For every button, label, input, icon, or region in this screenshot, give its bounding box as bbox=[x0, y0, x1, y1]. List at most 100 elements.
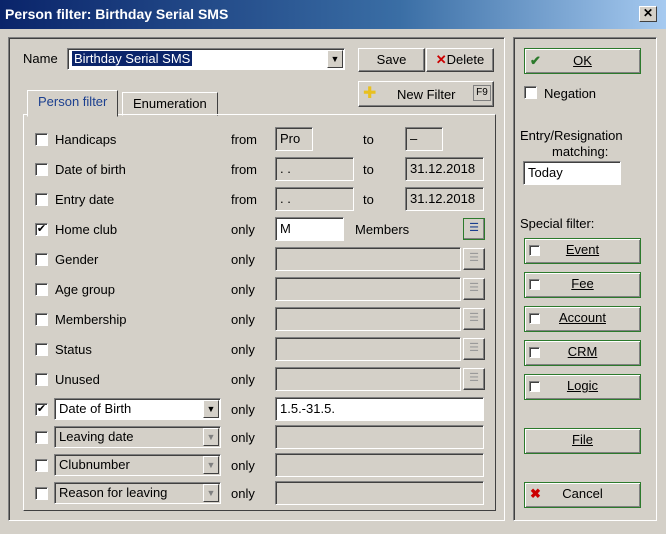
file-button[interactable]: File bbox=[524, 428, 641, 454]
gender-input[interactable] bbox=[275, 247, 461, 271]
custom-field-4-op: only bbox=[231, 486, 255, 501]
tab-person-filter[interactable]: Person filter bbox=[27, 90, 119, 117]
name-label: Name bbox=[23, 51, 58, 66]
home-club-input[interactable]: M bbox=[275, 217, 344, 241]
custom-field-1-checkbox[interactable] bbox=[35, 403, 48, 416]
logic-checkbox-icon bbox=[529, 381, 540, 392]
status-label: Status bbox=[55, 342, 92, 357]
date-of-birth-to-label: to bbox=[363, 162, 374, 177]
age-group-op: only bbox=[231, 282, 255, 297]
unused-checkbox[interactable] bbox=[35, 373, 48, 386]
event-button[interactable]: Event bbox=[524, 238, 641, 264]
list-picker-icon: ☰ bbox=[469, 282, 479, 294]
age-group-input[interactable] bbox=[275, 277, 461, 301]
list-picker-icon: ☰ bbox=[469, 312, 479, 324]
delete-button[interactable]: ✕Delete bbox=[426, 48, 494, 72]
custom-field-4-input[interactable] bbox=[275, 481, 484, 505]
status-checkbox[interactable] bbox=[35, 343, 48, 356]
date-of-birth-from-input[interactable]: . . bbox=[275, 157, 354, 181]
gender-label: Gender bbox=[55, 252, 99, 267]
cancel-button[interactable]: ✖ Cancel bbox=[524, 482, 641, 508]
custom-field-3-input[interactable] bbox=[275, 453, 484, 477]
window-title: Person filter: Birthday Serial SMS bbox=[5, 6, 229, 22]
custom-field-2-input[interactable] bbox=[275, 425, 484, 449]
handicaps-label: Handicaps bbox=[55, 132, 117, 147]
chevron-down-icon: ▼ bbox=[203, 400, 219, 418]
unused-label: Unused bbox=[55, 372, 100, 387]
membership-checkbox[interactable] bbox=[35, 313, 48, 326]
crm-button[interactable]: CRM bbox=[524, 340, 641, 366]
entry-resignation-label: Entry/Resignation bbox=[520, 128, 623, 143]
unused-input[interactable] bbox=[275, 367, 461, 391]
handicaps-to-label: to bbox=[363, 132, 374, 147]
crm-checkbox-icon bbox=[529, 347, 540, 358]
custom-field-4-checkbox[interactable] bbox=[35, 487, 48, 500]
custom-field-3-select[interactable]: Clubnumber ▼ bbox=[54, 454, 221, 476]
age-group-picker-button[interactable]: ☰ bbox=[463, 278, 485, 300]
membership-label: Membership bbox=[55, 312, 127, 327]
tab-enumeration[interactable]: Enumeration bbox=[122, 92, 218, 116]
gender-picker-button[interactable]: ☰ bbox=[463, 248, 485, 270]
account-checkbox-icon bbox=[529, 313, 540, 324]
custom-field-1-select[interactable]: Date of Birth ▼ bbox=[54, 398, 221, 420]
custom-field-1-input[interactable]: 1.5.-31.5. bbox=[275, 397, 484, 421]
negation-checkbox[interactable] bbox=[524, 86, 537, 99]
chevron-down-icon: ▼ bbox=[203, 484, 219, 502]
ok-button[interactable]: ✔ OK bbox=[524, 48, 641, 74]
status-picker-button[interactable]: ☰ bbox=[463, 338, 485, 360]
checkmark-icon: ✔ bbox=[530, 53, 541, 68]
home-club-picker-button[interactable]: ☰ bbox=[463, 218, 485, 240]
membership-picker-button[interactable]: ☰ bbox=[463, 308, 485, 330]
chevron-down-icon: ▼ bbox=[203, 456, 219, 474]
new-filter-icon: ✚ bbox=[363, 85, 377, 102]
age-group-checkbox[interactable] bbox=[35, 283, 48, 296]
list-picker-icon: ☰ bbox=[469, 342, 479, 354]
negation-label: Negation bbox=[544, 86, 597, 101]
custom-field-4-select[interactable]: Reason for leaving ▼ bbox=[54, 482, 221, 504]
status-input[interactable] bbox=[275, 337, 461, 361]
logic-button[interactable]: Logic bbox=[524, 374, 641, 400]
home-club-suffix: Members bbox=[355, 222, 410, 237]
gender-op: only bbox=[231, 252, 255, 267]
status-op: only bbox=[231, 342, 255, 357]
home-club-checkbox[interactable] bbox=[35, 223, 48, 236]
close-button[interactable]: ✕ bbox=[639, 6, 657, 22]
date-of-birth-to-input[interactable]: 31.12.2018 bbox=[405, 157, 484, 181]
handicaps-checkbox[interactable] bbox=[35, 133, 48, 146]
close-icon: ✕ bbox=[642, 6, 654, 20]
gender-checkbox[interactable] bbox=[35, 253, 48, 266]
new-filter-button[interactable]: ✚ New Filter F9 bbox=[358, 81, 494, 107]
filter-name-select[interactable]: Birthday Serial SMS ▼ bbox=[67, 48, 345, 70]
unused-picker-button[interactable]: ☰ bbox=[463, 368, 485, 390]
custom-field-2-op: only bbox=[231, 430, 255, 445]
f9-shortcut-badge: F9 bbox=[473, 85, 491, 101]
delete-icon: ✕ bbox=[435, 52, 447, 67]
list-picker-icon: ☰ bbox=[469, 252, 479, 264]
list-picker-icon: ☰ bbox=[469, 222, 479, 234]
account-button[interactable]: Account bbox=[524, 306, 641, 332]
entry-date-op: from bbox=[231, 192, 257, 207]
entry-date-from-input[interactable]: . . bbox=[275, 187, 354, 211]
fee-button[interactable]: Fee bbox=[524, 272, 641, 298]
date-of-birth-checkbox[interactable] bbox=[35, 163, 48, 176]
membership-input[interactable] bbox=[275, 307, 461, 331]
membership-op: only bbox=[231, 312, 255, 327]
custom-field-1-op: only bbox=[231, 402, 255, 417]
entry-date-to-input[interactable]: 31.12.2018 bbox=[405, 187, 484, 211]
title-bar: Person filter: Birthday Serial SMS ✕ bbox=[0, 0, 666, 29]
custom-field-3-checkbox[interactable] bbox=[35, 459, 48, 472]
age-group-label: Age group bbox=[55, 282, 115, 297]
home-club-label: Home club bbox=[55, 222, 118, 237]
date-of-birth-label: Date of birth bbox=[55, 162, 126, 177]
custom-field-2-checkbox[interactable] bbox=[35, 431, 48, 444]
home-club-op: only bbox=[231, 222, 255, 237]
custom-field-3-op: only bbox=[231, 458, 255, 473]
custom-field-2-select[interactable]: Leaving date ▼ bbox=[54, 426, 221, 448]
unused-op: only bbox=[231, 372, 255, 387]
save-button[interactable]: Save bbox=[358, 48, 425, 72]
handicaps-from-input[interactable]: Pro bbox=[275, 127, 313, 151]
entry-matching-input[interactable]: Today bbox=[523, 161, 621, 185]
list-picker-icon: ☰ bbox=[469, 372, 479, 384]
entry-date-checkbox[interactable] bbox=[35, 193, 48, 206]
handicaps-to-input[interactable]: – bbox=[405, 127, 443, 151]
